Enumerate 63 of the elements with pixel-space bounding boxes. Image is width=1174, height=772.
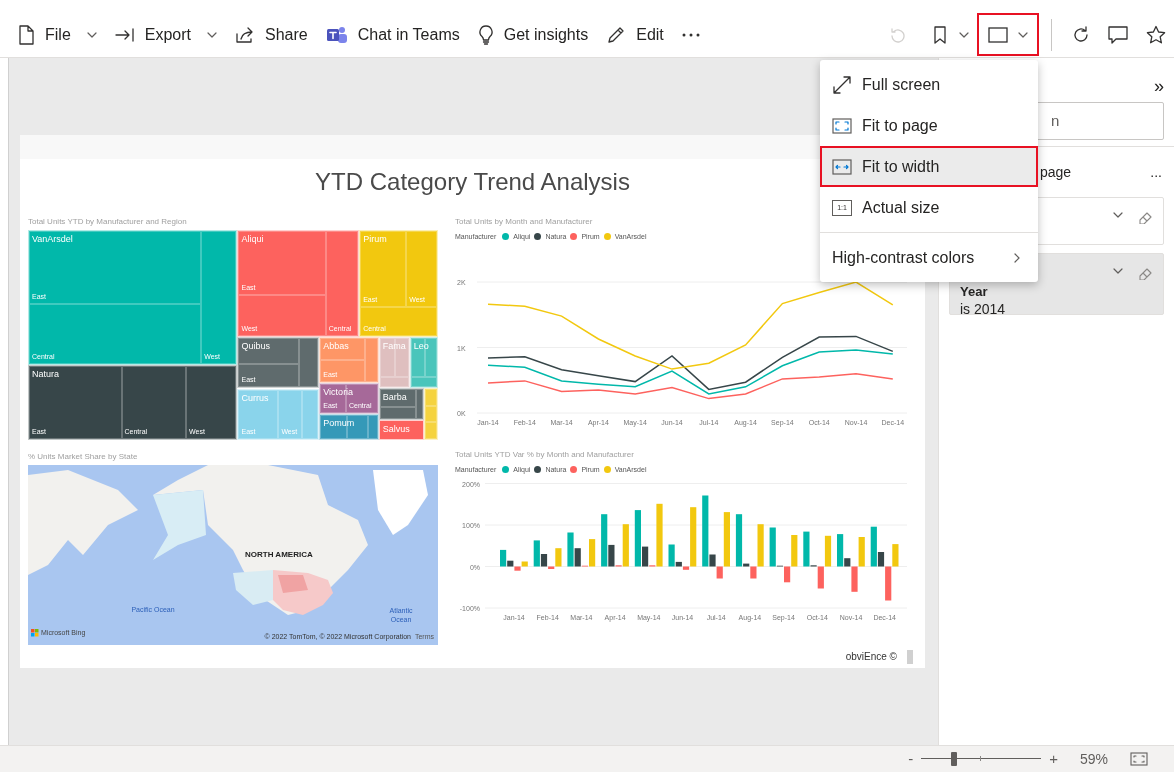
treemap-label: VanArsdel: [32, 234, 73, 244]
more-button[interactable]: ...: [1150, 161, 1162, 183]
treemap-label: Fama: [382, 341, 406, 351]
fit-width-icon: [832, 158, 852, 175]
zoom-level: 59%: [1079, 749, 1108, 769]
export-icon: [114, 26, 135, 43]
bookmark-icon[interactable]: [933, 25, 947, 44]
chevron-down-icon[interactable]: [1113, 212, 1123, 218]
treemap-label: Aliqui: [241, 234, 264, 244]
toolbar-button[interactable]: Get insights: [477, 17, 589, 52]
treemap-label: Currus: [241, 392, 269, 403]
visual-title: Total Units by Month and Manufacturer: [455, 217, 594, 227]
collapse-button[interactable]: »: [1154, 70, 1164, 102]
visual-title: % Units Market Share by State: [28, 452, 139, 462]
toolbar-button[interactable]: Export: [114, 17, 218, 52]
menu-item[interactable]: High-contrast colors: [820, 237, 1038, 278]
fit-page-icon: [832, 117, 852, 134]
scrollbar-thumb: [907, 649, 913, 664]
section-label: page: [1040, 162, 1072, 182]
toolbar-button[interactable]: Chat in Teams: [325, 17, 460, 52]
treemap-label: Leo: [413, 341, 429, 351]
visual-title: Total Units YTD Var % by Month and Manufacturer: [455, 450, 635, 460]
treemap-label: Salvus: [382, 423, 410, 434]
toolbar-button[interactable]: Edit: [606, 17, 664, 52]
visual-title: Total Units YTD by Manufacturer and Region: [28, 217, 188, 227]
view-button[interactable]: [977, 13, 1039, 56]
treemap-label: Quibus: [241, 341, 270, 351]
chevron-down-icon: [1018, 31, 1028, 38]
lightbulb-icon: [477, 24, 494, 45]
treemap-label: Victoria: [323, 386, 354, 397]
expand-icon: [832, 74, 852, 95]
file-icon: [18, 24, 35, 45]
chevron-down-icon[interactable]: [1113, 268, 1123, 274]
chevron-down-icon: [959, 31, 969, 38]
toolbar-button[interactable]: File: [18, 17, 97, 52]
map-label: NORTH AMERICA: [245, 549, 313, 561]
filter-condition: is 2014: [960, 300, 1006, 318]
zoom-out-button[interactable]: -: [908, 747, 914, 771]
treemap-label: Natura: [32, 368, 59, 379]
treemap-tile[interactable]: Barba: [378, 388, 424, 420]
zoom-slider[interactable]: [921, 752, 1042, 766]
treemap-segment: [424, 421, 437, 439]
fit-icon[interactable]: [1130, 752, 1148, 766]
menu-item[interactable]: Fit to page: [820, 105, 1038, 146]
footer-text: obviEnce ©: [845, 650, 897, 664]
square-icon: [988, 26, 1008, 43]
filter-name: Year: [960, 284, 989, 300]
treemap-label: Abbas: [323, 341, 349, 351]
refresh-icon[interactable]: [1072, 25, 1090, 44]
windows-logo-icon: [31, 629, 39, 638]
menu-item[interactable]: Fit to width: [820, 146, 1038, 187]
report-title: YTD Category Trend Analysis: [315, 168, 630, 197]
treemap-label: Pirum: [363, 234, 387, 244]
zoom-in-button[interactable]: +: [1049, 747, 1058, 771]
toolbar-button[interactable]: Share: [235, 17, 308, 52]
teams-icon: [325, 24, 348, 45]
comment-icon[interactable]: [1108, 25, 1128, 44]
slider-thumb[interactable]: [950, 752, 957, 766]
star-icon[interactable]: [1146, 24, 1166, 45]
treemap-label: Pomum: [323, 417, 355, 428]
menu-item[interactable]: Full screen: [820, 64, 1038, 105]
treemap-label: Barba: [382, 392, 407, 403]
more-icon[interactable]: [681, 32, 700, 37]
